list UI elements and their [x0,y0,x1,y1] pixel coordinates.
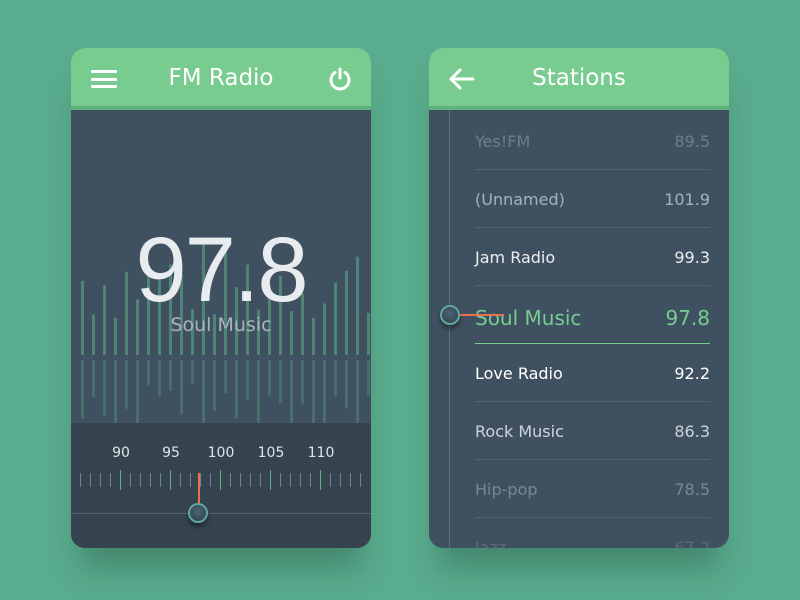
scale-tick [280,473,281,487]
spectrum-bar [92,360,95,398]
station-frequency: 92.2 [674,364,710,383]
list-scroll-knob[interactable] [440,305,460,325]
frequency-display: 97.8 [135,219,308,321]
scale-tick [360,473,361,487]
scale-tick [230,473,231,487]
tuner-track [71,513,371,514]
station-frequency: 78.5 [674,480,710,499]
station-name: Soul Music [170,314,272,336]
spectrum-bar [246,360,249,400]
station-row[interactable]: Jazz 67.2 [475,518,710,548]
station-frequency: 89.5 [674,132,710,151]
scale-tick [100,473,101,487]
scale-tick [140,473,141,487]
scale-tick [220,470,221,490]
scale-tick [110,473,111,487]
spectrum-bar [103,360,106,416]
scale-tick [340,473,341,487]
spectrum-bar [334,360,337,397]
station-row[interactable]: (Unnamed) 101.9 [475,170,710,228]
page-title: FM Radio [168,65,274,91]
scale-tick [270,470,271,490]
spectrum-bar [125,360,128,409]
tuner-knob[interactable] [188,503,208,523]
header: FM Radio [71,48,371,110]
scale-tick [250,473,251,487]
scale-label: 100 [207,445,235,461]
spectrum-bar [301,360,304,405]
tuner-dial[interactable]: 90 95 100 105 110 [71,423,371,548]
station-row[interactable]: Rock Music 86.3 [475,402,710,460]
scale-label: 105 [257,445,285,461]
spectrum-bar [191,360,194,384]
scale-tick [130,473,131,487]
station-row[interactable]: Hip-pop 78.5 [475,460,710,518]
scale-tick [310,473,311,487]
scale-label: 90 [112,445,130,461]
station-name: Hip-pop [475,480,538,499]
station-frequency: 67.2 [674,538,710,548]
station-name: Yes!FM [475,132,531,151]
station-frequency: 99.3 [674,248,710,267]
scale-tick [330,473,331,487]
scale-tick [300,473,301,487]
scale-tick [160,473,161,487]
spectrum-bar [290,360,293,423]
stations-card: Stations Yes!FM 89.5 (Unnamed) 101.9 Jam Rad… [429,48,729,548]
station-row[interactable]: Yes!FM 89.5 [475,112,710,170]
spectrum-bar [356,360,359,423]
scale-tick [290,473,291,487]
spectrum-bar [235,360,238,419]
power-icon[interactable] [327,66,353,92]
spectrum-bar [268,360,271,397]
station-row[interactable]: Soul Music 97.8 [475,286,710,344]
list-scroll-rail [449,110,450,548]
scale-tick [240,473,241,487]
station-frequency: 86.3 [674,422,710,441]
scale-tick [120,470,121,490]
spectrum-bar [114,360,117,423]
scale-tick [350,473,351,487]
station-row[interactable]: Jam Radio 99.3 [475,228,710,286]
header: Stations [429,48,729,110]
scale-tick [170,470,171,490]
station-name: Soul Music [475,306,582,330]
station-name: (Unnamed) [475,190,565,209]
spectrum-bar [279,360,282,404]
station-frequency: 97.8 [665,306,710,330]
station-name: Jazz [475,538,507,548]
scale-tick [150,473,151,487]
spectrum-bar [147,360,150,386]
page-title: Stations [532,65,626,91]
spectrum-bar [257,360,260,423]
scale-tick [80,473,81,487]
spectrum-bar [312,360,315,423]
scale-tick [200,473,201,487]
station-name: Rock Music [475,422,564,441]
scale-label: 110 [307,445,335,461]
scale-tick [90,473,91,487]
spectrum-bar [224,360,227,394]
scale-tick [320,470,321,490]
spectrum-bar [323,360,326,423]
spectrum-bar [367,360,370,396]
spectrum-bar [169,360,172,392]
scale-tick [180,473,181,487]
station-name: Love Radio [475,364,563,383]
spectrum-bar [345,360,348,409]
scale-label: 95 [162,445,180,461]
spectrum-bar [180,360,183,415]
station-name: Jam Radio [475,248,556,267]
scale-tick [190,473,191,487]
fm-radio-card: FM Radio 97.8 Soul Music 90 95 100 105 110 [71,48,371,548]
spectrum-bar [136,360,139,423]
scale-tick [260,473,261,487]
spectrum-bar [158,360,161,397]
spectrum-bar [81,360,84,420]
spectrum-bar [202,360,205,423]
spectrum-bar [213,360,216,412]
station-row[interactable]: Love Radio 92.2 [475,344,710,402]
scale-tick [210,473,211,487]
station-frequency: 101.9 [664,190,710,209]
